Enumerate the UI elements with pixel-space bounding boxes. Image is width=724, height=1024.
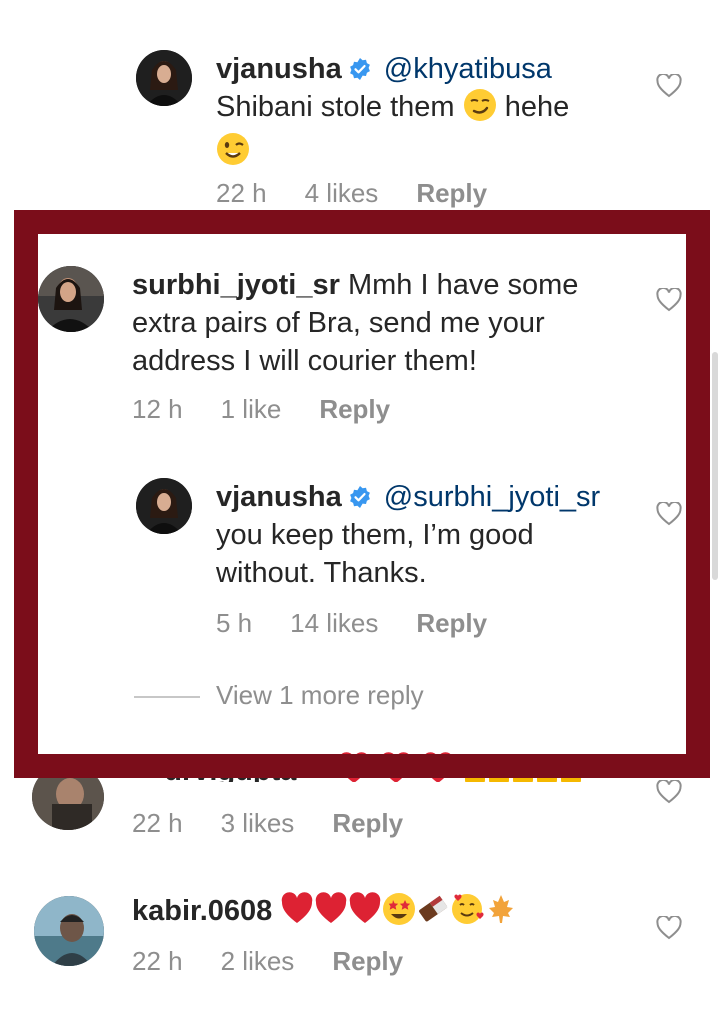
reply-button[interactable]: Reply bbox=[332, 808, 403, 838]
comment-meta: 5 h 14 likes Reply bbox=[216, 608, 525, 639]
timestamp: 22 h bbox=[132, 808, 183, 838]
heart-outline-icon[interactable] bbox=[656, 288, 682, 312]
username[interactable]: kabir.0608 bbox=[132, 895, 272, 927]
comment-meta: 12 h 1 like Reply bbox=[132, 394, 428, 425]
avatar[interactable] bbox=[32, 764, 104, 830]
username[interactable]: vjanusha bbox=[216, 481, 342, 513]
wink-emoji-icon bbox=[216, 132, 250, 176]
view-more-label: View 1 more reply bbox=[216, 680, 424, 710]
comment-body: extra pairs of Bra, send me your bbox=[132, 307, 545, 339]
star-struck-emoji-icon bbox=[382, 892, 416, 936]
timestamp: 5 h bbox=[216, 608, 253, 638]
timestamp: 12 h bbox=[132, 394, 183, 424]
comment-body: Mmh I have some bbox=[347, 269, 579, 301]
comment-body: address I will courier them! bbox=[132, 345, 477, 377]
chocolate-emoji-icon bbox=[416, 892, 450, 936]
mention-link[interactable]: @khyatibusa bbox=[384, 53, 552, 85]
comment-text: vjanusha @khyatibusa Shibani stole them … bbox=[216, 50, 656, 176]
comment-text: surbhi_jyoti_sr Mmh I have some extra pa… bbox=[132, 266, 652, 380]
red-heart-emoji-icon bbox=[280, 892, 314, 936]
red-heart-emoji-icon bbox=[421, 752, 455, 782]
maple-leaf-emoji-icon bbox=[484, 892, 518, 936]
likes-count[interactable]: 2 likes bbox=[221, 946, 295, 976]
comment-body: without. Thanks. bbox=[216, 557, 427, 589]
verified-badge-icon bbox=[348, 53, 372, 80]
comment-text: __urvigupta__ bbox=[132, 752, 652, 782]
red-heart-emoji-icon bbox=[348, 892, 382, 936]
comment-meta: 22 h 2 likes Reply bbox=[132, 946, 441, 977]
avatar[interactable] bbox=[136, 478, 192, 534]
username[interactable]: __urvigupta__ bbox=[132, 755, 329, 782]
comment-text: kabir.0608 bbox=[132, 892, 652, 936]
clapping-hands-emoji-icon bbox=[463, 752, 581, 782]
verified-badge-icon bbox=[348, 481, 372, 508]
scrollbar[interactable] bbox=[712, 352, 718, 580]
heart-outline-icon[interactable] bbox=[656, 74, 682, 98]
avatar[interactable] bbox=[38, 266, 104, 332]
smirk-emoji-icon bbox=[463, 88, 497, 132]
likes-count[interactable]: 3 likes bbox=[221, 808, 295, 838]
mention-link[interactable]: @surbhi_jyoti_sr bbox=[384, 481, 600, 513]
username[interactable]: surbhi_jyoti_sr bbox=[132, 269, 340, 301]
reply-button[interactable]: Reply bbox=[416, 608, 487, 638]
comment-meta: 22 h 3 likes Reply bbox=[132, 808, 441, 839]
reply-button[interactable]: Reply bbox=[416, 178, 487, 208]
red-heart-emoji-icon bbox=[337, 752, 371, 782]
red-heart-emoji-icon bbox=[379, 752, 413, 782]
comment-body: hehe bbox=[504, 91, 570, 123]
heart-outline-icon[interactable] bbox=[656, 780, 682, 804]
comment-body: you keep them, I’m good bbox=[216, 519, 534, 551]
comment-text: vjanusha @surbhi_jyoti_sr you keep them,… bbox=[216, 478, 656, 592]
divider bbox=[134, 696, 200, 699]
likes-count[interactable]: 14 likes bbox=[290, 608, 378, 638]
avatar[interactable] bbox=[136, 50, 192, 106]
timestamp: 22 h bbox=[216, 178, 267, 208]
heart-outline-icon[interactable] bbox=[656, 916, 682, 940]
comment-body: Shibani stole them bbox=[216, 91, 455, 123]
heart-outline-icon[interactable] bbox=[656, 502, 682, 526]
username[interactable]: vjanusha bbox=[216, 53, 342, 85]
reply-button[interactable]: Reply bbox=[319, 394, 390, 424]
likes-count[interactable]: 1 like bbox=[221, 394, 282, 424]
timestamp: 22 h bbox=[132, 946, 183, 976]
view-more-replies-button[interactable]: View 1 more reply bbox=[134, 680, 424, 711]
comment-meta: 22 h 4 likes Reply bbox=[216, 178, 525, 209]
likes-count[interactable]: 4 likes bbox=[305, 178, 379, 208]
avatar[interactable] bbox=[34, 896, 104, 966]
reply-button[interactable]: Reply bbox=[332, 946, 403, 976]
smiling-hearts-emoji-icon bbox=[450, 892, 484, 936]
red-heart-emoji-icon bbox=[314, 892, 348, 936]
